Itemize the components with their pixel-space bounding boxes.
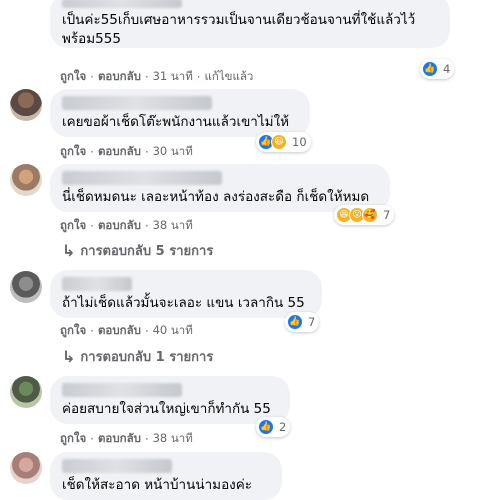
reaction-summary[interactable]: 👍 😆 10 [256, 132, 311, 152]
comment-bubble: เคยขอผ้าเช็ดโต๊ะพนักงานแล้วเขาไม่ให้ [50, 89, 310, 137]
timestamp[interactable]: 40 นาที [153, 322, 193, 340]
timestamp[interactable]: 38 นาที [153, 430, 193, 448]
comment-text: เช็ดให้สะอาด หน้าบ้านน่ามองค่ะ [62, 477, 253, 493]
like-button[interactable]: ถูกใจ [60, 430, 86, 448]
avatar[interactable] [10, 452, 42, 484]
reply-button[interactable]: ตอบกลับ [98, 217, 141, 235]
timestamp[interactable]: 38 นาที [153, 217, 193, 235]
like-icon: 👍 [287, 314, 303, 330]
comment-text: เป็นค่ะ55เก็บเศษอาหารรวมเป็นจานเดียวช้อน… [62, 12, 416, 47]
author-name-blurred[interactable] [62, 96, 212, 110]
reaction-summary[interactable]: 👍 2 [256, 417, 291, 437]
comment-bubble: เป็นค่ะ55เก็บเศษอาหารรวมเป็นจานเดียวช้อน… [50, 0, 450, 48]
timestamp[interactable]: 30 นาที [153, 143, 193, 161]
like-icon: 👍 [258, 419, 274, 435]
view-replies-link[interactable]: ↳ การตอบกลับ 1 รายการ [62, 346, 213, 367]
care-icon: 🥰 [362, 207, 378, 223]
avatar[interactable] [10, 376, 42, 408]
comment-actions: ถูกใจ · ตอบกลับ · 31 นาที · แก้ไขแล้ว [60, 68, 254, 86]
comment-bubble: ถ้าไม่เช็ดแล้วมั้นจะเลอะ แขน เวลากิน 55 [50, 270, 322, 318]
edited-label[interactable]: แก้ไขแล้ว [204, 68, 253, 86]
reaction-summary[interactable]: 👍 7 [285, 312, 320, 332]
comment-actions: ถูกใจ · ตอบกลับ · 38 นาที [60, 430, 193, 448]
author-name-blurred[interactable] [62, 459, 172, 473]
timestamp[interactable]: 31 นาที [153, 68, 193, 86]
like-button[interactable]: ถูกใจ [60, 68, 86, 86]
author-name-blurred[interactable] [62, 171, 222, 185]
reply-button[interactable]: ตอบกลับ [98, 143, 141, 161]
view-replies-link[interactable]: ↳ การตอบกลับ 5 รายการ [62, 240, 213, 261]
avatar[interactable] [10, 89, 42, 121]
like-button[interactable]: ถูกใจ [60, 322, 86, 340]
avatar[interactable] [10, 271, 42, 303]
comment-text: นี่เช็ดหมดนะ เลอะหน้าท้อง ลงร่องสะดือ ก็… [62, 189, 370, 205]
reply-arrow-icon: ↳ [62, 241, 76, 260]
haha-icon: 😆 [271, 134, 287, 150]
comment-bubble: ค่อยสบายใจส่วนใหญ่เขาก็ทำกัน 55 [50, 376, 290, 424]
reply-button[interactable]: ตอบกลับ [98, 68, 141, 86]
comment-bubble: นี่เช็ดหมดนะ เลอะหน้าท้อง ลงร่องสะดือ ก็… [50, 164, 390, 212]
reply-button[interactable]: ตอบกลับ [98, 430, 141, 448]
reply-arrow-icon: ↳ [62, 347, 76, 366]
comment-text: เคยขอผ้าเช็ดโต๊ะพนักงานแล้วเขาไม่ให้ [62, 114, 290, 130]
comment-text: ค่อยสบายใจส่วนใหญ่เขาก็ทำกัน 55 [62, 401, 271, 417]
like-button[interactable]: ถูกใจ [60, 143, 86, 161]
reply-button[interactable]: ตอบกลับ [98, 322, 141, 340]
comment-text: ถ้าไม่เช็ดแล้วมั้นจะเลอะ แขน เวลากิน 55 [62, 295, 305, 311]
avatar[interactable] [10, 164, 42, 196]
author-name-blurred[interactable] [62, 383, 182, 397]
comment-actions: ถูกใจ · ตอบกลับ · 40 นาที [60, 322, 193, 340]
like-button[interactable]: ถูกใจ [60, 217, 86, 235]
author-name-blurred[interactable] [62, 277, 132, 291]
like-icon: 👍 [422, 61, 438, 77]
comment-actions: ถูกใจ · ตอบกลับ · 30 นาที [60, 143, 193, 161]
reaction-summary[interactable]: 😆 😮 🥰 7 [334, 205, 395, 225]
comment-actions: ถูกใจ · ตอบกลับ · 38 นาที [60, 217, 193, 235]
comment-bubble: เช็ดให้สะอาด หน้าบ้านน่ามองค่ะ [50, 452, 282, 500]
reaction-summary[interactable]: 👍 4 [420, 59, 455, 79]
author-name-blurred[interactable] [62, 0, 182, 8]
